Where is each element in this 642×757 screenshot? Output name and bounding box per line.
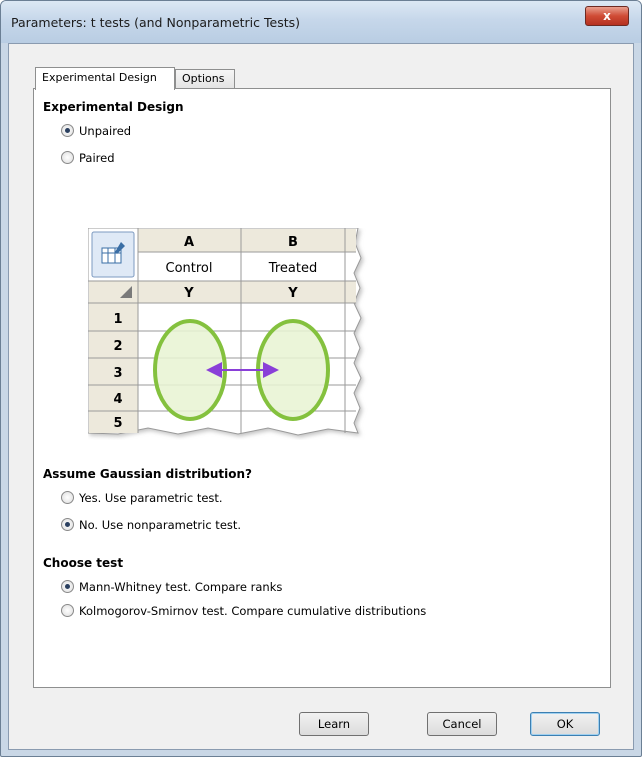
radio-label: Yes. Use parametric test. (79, 491, 223, 505)
close-button[interactable]: x (585, 6, 629, 26)
radio-parametric[interactable]: Yes. Use parametric test. (61, 491, 223, 507)
radio-checked-icon[interactable] (61, 518, 74, 531)
column-a-subheader: Y (183, 286, 194, 301)
row-number: 4 (113, 392, 122, 407)
window-title: Parameters: t tests (and Nonparametric T… (11, 15, 301, 30)
ok-button[interactable]: OK (530, 712, 600, 736)
choose-test-heading: Choose test (43, 556, 124, 570)
radio-kolmogorov-smirnov[interactable]: Kolmogorov-Smirnov test. Compare cumulat… (61, 604, 426, 620)
tab-options[interactable]: Options (175, 69, 235, 89)
radio-nonparametric[interactable]: No. Use nonparametric test. (61, 518, 241, 534)
table-illustration-svg: A B Control Treated Y Y 1 2 3 4 5 (87, 227, 362, 436)
radio-label: Kolmogorov-Smirnov test. Compare cumulat… (79, 604, 427, 618)
radio-unchecked-icon[interactable] (61, 604, 74, 617)
subheader-row (138, 281, 356, 303)
column-b-letter: B (288, 235, 298, 250)
radio-unchecked-icon[interactable] (61, 151, 74, 164)
column-a-title: Control (166, 261, 213, 276)
column-b-subheader: Y (287, 286, 298, 301)
radio-checked-icon[interactable] (61, 124, 74, 137)
radio-unpaired[interactable]: Unpaired (61, 124, 131, 140)
experimental-design-heading: Experimental Design (43, 100, 184, 114)
row-number: 1 (113, 312, 122, 327)
dialog-window: Parameters: t tests (and Nonparametric T… (0, 0, 642, 757)
column-a-letter: A (184, 235, 194, 250)
title-bar[interactable]: Parameters: t tests (and Nonparametric T… (1, 1, 641, 43)
radio-unchecked-icon[interactable] (61, 491, 74, 504)
gaussian-heading: Assume Gaussian distribution? (43, 467, 252, 481)
tab-panel: Experimental Design Unpaired Paired A B … (33, 88, 611, 688)
radio-checked-icon[interactable] (61, 580, 74, 593)
radio-label: Mann-Whitney test. Compare ranks (79, 580, 283, 594)
learn-button[interactable]: Learn (299, 712, 369, 736)
row-number: 3 (113, 366, 122, 381)
radio-label: Unpaired (79, 124, 132, 138)
row-number: 2 (113, 339, 122, 354)
radio-label: Paired (79, 151, 115, 165)
row-number: 5 (113, 416, 122, 431)
column-letter-row (138, 229, 356, 252)
radio-mann-whitney[interactable]: Mann-Whitney test. Compare ranks (61, 580, 282, 596)
cancel-button[interactable]: Cancel (427, 712, 497, 736)
radio-label: No. Use nonparametric test. (79, 518, 242, 532)
table-format-icon[interactable] (91, 231, 135, 278)
data-table-illustration: A B Control Treated Y Y 1 2 3 4 5 (87, 227, 388, 440)
dialog-client-area: Experimental Design Options Experimental… (8, 43, 634, 750)
radio-paired[interactable]: Paired (61, 151, 115, 167)
column-b-title: Treated (268, 261, 317, 276)
tab-experimental-design[interactable]: Experimental Design (35, 67, 175, 90)
